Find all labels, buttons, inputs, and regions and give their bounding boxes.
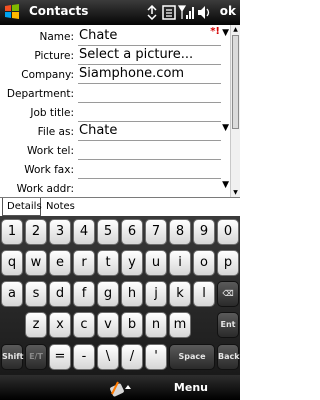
key-a[interactable]: a: [1, 281, 23, 307]
name-flag-icon: *!: [210, 26, 220, 37]
softkey-bar: Menu: [0, 375, 240, 400]
backspace-key[interactable]: ⌫: [217, 281, 239, 307]
app-title: Contacts: [29, 4, 89, 18]
key-equals[interactable]: =: [49, 344, 71, 370]
work-addr-expand-arrow-icon[interactable]: ▼: [222, 180, 229, 190]
work-tel-label: Work tel:: [27, 145, 74, 157]
key-e[interactable]: e: [49, 250, 71, 276]
title-bar: Contacts ok: [0, 0, 240, 25]
key-i[interactable]: i: [169, 250, 191, 276]
tab-notes[interactable]: Notes: [42, 198, 77, 216]
key-j[interactable]: j: [145, 281, 167, 307]
work-addr-label: Work addr:: [16, 183, 74, 195]
file-as-label: File as:: [37, 126, 74, 138]
key-o[interactable]: o: [193, 250, 215, 276]
name-expand-arrow-icon[interactable]: ▼: [222, 28, 229, 38]
file-as-field[interactable]: Chate: [78, 122, 221, 141]
company-field[interactable]: Siamphone.com: [78, 65, 221, 84]
key-backslash[interactable]: \: [97, 344, 119, 370]
shift-key[interactable]: Shift: [1, 344, 24, 370]
key-5[interactable]: 5: [97, 219, 119, 245]
et-key[interactable]: E/T: [25, 344, 47, 370]
key-k[interactable]: k: [169, 281, 191, 307]
signal-icon[interactable]: [178, 5, 194, 20]
tab-bar: Details Notes: [0, 197, 240, 216]
contact-form: Name: Chate *! ▼ Picture: Select a pictu…: [0, 25, 230, 197]
key-v[interactable]: v: [97, 312, 119, 338]
work-fax-row: Work fax:: [0, 160, 230, 179]
key-6[interactable]: 6: [121, 219, 143, 245]
ok-button[interactable]: ok: [220, 4, 236, 18]
picture-label: Picture:: [34, 50, 74, 62]
name-label: Name:: [39, 31, 74, 43]
department-field[interactable]: [78, 84, 221, 103]
enter-key[interactable]: Ent: [217, 312, 239, 338]
tab-details[interactable]: Details: [2, 198, 42, 216]
connectivity-icon[interactable]: [146, 5, 158, 20]
key-q[interactable]: q: [1, 250, 23, 276]
scroll-down-icon[interactable]: ▼: [231, 188, 240, 197]
menu-button[interactable]: Menu: [174, 381, 208, 394]
work-addr-row: Work addr: ▼: [0, 179, 230, 197]
name-row: Name: Chate *! ▼: [0, 26, 230, 46]
key-8[interactable]: 8: [169, 219, 191, 245]
department-label: Department:: [6, 88, 74, 100]
key-1[interactable]: 1: [1, 219, 23, 245]
key-d[interactable]: d: [49, 281, 71, 307]
file-as-row: File as: Chate ▼: [0, 122, 230, 141]
key-0[interactable]: 0: [217, 219, 239, 245]
key-9[interactable]: 9: [193, 219, 215, 245]
vertical-scrollbar[interactable]: ▲ ▼: [230, 25, 240, 197]
key-3[interactable]: 3: [49, 219, 71, 245]
picture-row: Picture: Select a picture...: [0, 46, 230, 65]
key-g[interactable]: g: [97, 281, 119, 307]
key-b[interactable]: b: [121, 312, 143, 338]
key-c[interactable]: c: [73, 312, 95, 338]
work-fax-field[interactable]: [78, 160, 221, 179]
key-m[interactable]: m: [169, 312, 191, 338]
file-as-dropdown-arrow-icon[interactable]: ▼: [222, 123, 229, 133]
job-title-label: Job title:: [30, 107, 74, 119]
key-l[interactable]: l: [193, 281, 215, 307]
job-title-field[interactable]: [78, 103, 221, 122]
picture-field[interactable]: Select a picture...: [78, 46, 221, 65]
windows-start-icon[interactable]: [3, 3, 21, 21]
work-fax-label: Work fax:: [24, 164, 74, 176]
key-apostrophe[interactable]: ': [145, 344, 167, 370]
key-w[interactable]: w: [25, 250, 47, 276]
key-slash[interactable]: /: [121, 344, 143, 370]
scroll-up-icon[interactable]: ▲: [231, 25, 240, 34]
key-4[interactable]: 4: [73, 219, 95, 245]
key-x[interactable]: x: [49, 312, 71, 338]
scroll-thumb[interactable]: [232, 35, 239, 129]
key-n[interactable]: n: [145, 312, 167, 338]
key-s[interactable]: s: [25, 281, 47, 307]
key-r[interactable]: r: [73, 250, 95, 276]
department-row: Department:: [0, 84, 230, 103]
key-2[interactable]: 2: [25, 219, 47, 245]
work-addr-field[interactable]: [78, 179, 221, 197]
company-label: Company:: [21, 69, 74, 81]
messages-icon[interactable]: [162, 5, 176, 20]
key-f[interactable]: f: [73, 281, 95, 307]
screen: Contacts ok Name: Chate *! ▼ Picture: Se…: [0, 0, 240, 400]
company-row: Company: Siamphone.com: [0, 65, 230, 84]
key-h[interactable]: h: [121, 281, 143, 307]
name-field[interactable]: Chate: [78, 27, 221, 46]
work-tel-row: Work tel:: [0, 141, 230, 160]
key-u[interactable]: u: [145, 250, 167, 276]
soft-keyboard: 1 2 3 4 5 6 7 8 9 0 q w e r t y u i o p a s d f g h j k l ⌫ z x c v b n m Ent…: [0, 216, 240, 375]
key-z[interactable]: z: [25, 312, 47, 338]
input-panel-icon[interactable]: [108, 377, 134, 399]
back-key[interactable]: Back: [217, 344, 240, 370]
space-key[interactable]: Space: [169, 344, 215, 370]
volume-icon[interactable]: [197, 5, 211, 20]
key-7[interactable]: 7: [145, 219, 167, 245]
work-tel-field[interactable]: [78, 141, 221, 160]
key-y[interactable]: y: [121, 250, 143, 276]
key-minus[interactable]: -: [73, 344, 95, 370]
key-p[interactable]: p: [217, 250, 239, 276]
key-t[interactable]: t: [97, 250, 119, 276]
job-title-row: Job title:: [0, 103, 230, 122]
